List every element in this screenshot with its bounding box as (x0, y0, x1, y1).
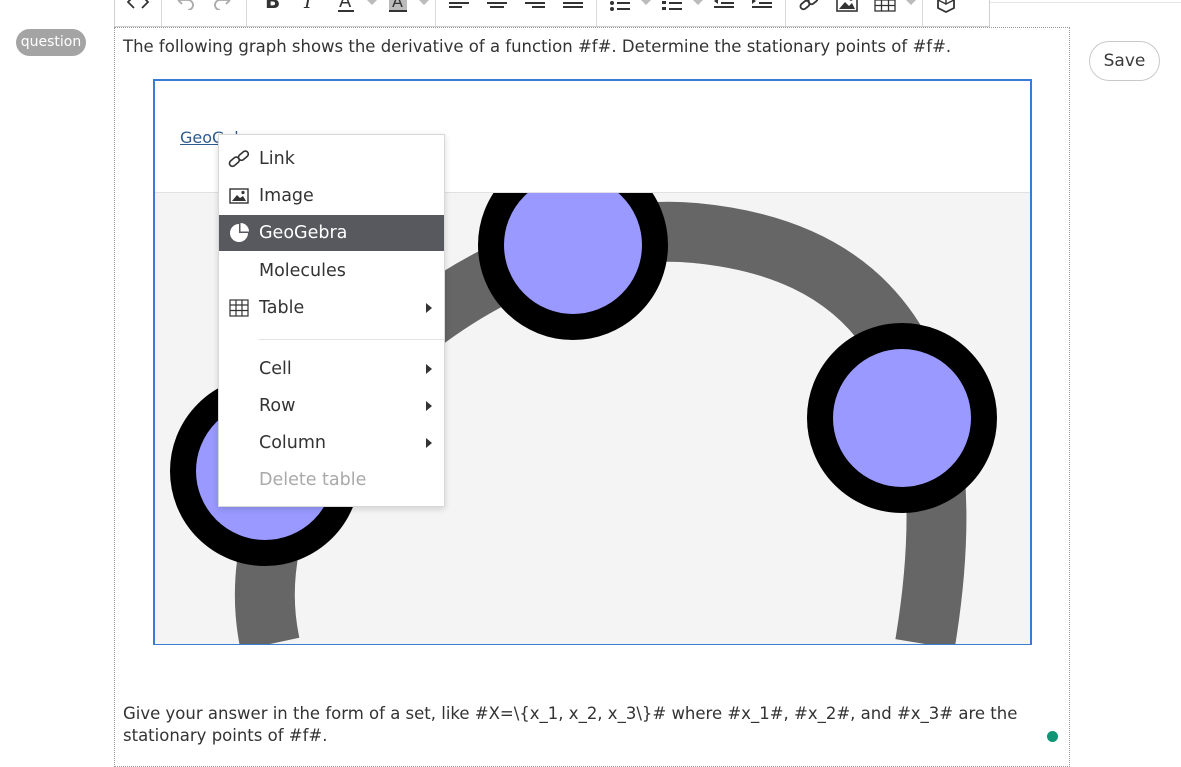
toolbar-group-insert (786, 0, 923, 26)
menu-item-label: Image (259, 186, 314, 206)
table-icon[interactable] (866, 0, 904, 26)
answer-instructions: Give your answer in the form of a set, l… (123, 704, 1018, 745)
chevron-down-icon[interactable] (639, 0, 653, 26)
graph-point[interactable] (807, 323, 997, 513)
chevron-down-icon[interactable] (417, 0, 431, 26)
link-icon[interactable] (790, 0, 828, 26)
background-color-split: A (379, 0, 431, 26)
menu-item-molecules[interactable]: Molecules (219, 253, 444, 289)
image-icon (219, 188, 259, 204)
menu-item-cell[interactable]: Cell (219, 351, 444, 387)
menu-item-column[interactable]: Column (219, 425, 444, 461)
menu-item-table[interactable]: Table (219, 290, 444, 326)
menu-item-label: Link (259, 149, 295, 169)
undo-icon[interactable] (166, 0, 204, 26)
chevron-down-icon[interactable] (691, 0, 705, 26)
toolbar-group-plugins (923, 0, 969, 26)
question-text: The following graph shows the derivative… (123, 37, 952, 56)
image-icon[interactable] (828, 0, 866, 26)
italic-icon[interactable]: I (289, 0, 327, 26)
svg-text:A: A (392, 0, 403, 11)
source-code-icon[interactable] (119, 0, 157, 26)
font-color-icon[interactable]: A (327, 0, 365, 26)
table-split (866, 0, 918, 26)
menu-divider (259, 339, 444, 340)
table-icon (219, 299, 259, 317)
chevron-right-icon (414, 364, 444, 374)
context-menu: Link Image GeoGebra Molecules Table Cell (218, 134, 445, 507)
toolbar-group-align (436, 0, 597, 26)
svg-text:I: I (303, 0, 313, 12)
menu-item-label: Delete table (259, 470, 367, 490)
chevron-right-icon (414, 438, 444, 448)
pie-chart-icon (219, 223, 259, 243)
bullet-list-icon[interactable] (601, 0, 639, 26)
menu-item-label: Cell (259, 359, 292, 379)
question-badge: question (16, 29, 86, 56)
background-color-icon[interactable]: A (379, 0, 417, 26)
menu-item-label: Column (259, 433, 327, 453)
chevron-down-icon[interactable] (904, 0, 918, 26)
chevron-down-icon[interactable] (365, 0, 379, 26)
align-justify-icon[interactable] (554, 0, 592, 26)
indent-icon[interactable] (743, 0, 781, 26)
align-right-icon[interactable] (516, 0, 554, 26)
top-divider (990, 2, 1181, 3)
menu-item-delete-table: Delete table (219, 462, 444, 498)
graph-point[interactable] (478, 193, 668, 340)
menu-item-label: Molecules (259, 261, 346, 281)
link-icon (219, 149, 259, 169)
redo-icon[interactable] (204, 0, 242, 26)
bold-icon[interactable]: B (251, 0, 289, 26)
menu-item-label: GeoGebra (259, 223, 348, 243)
status-indicator (1047, 731, 1058, 742)
svg-text:B: B (265, 0, 280, 12)
chevron-right-icon (414, 303, 444, 313)
numbered-list-split (653, 0, 705, 26)
menu-item-row[interactable]: Row (219, 388, 444, 424)
align-center-icon[interactable] (478, 0, 516, 26)
chevron-right-icon (414, 401, 444, 411)
toolbar-group-history (162, 0, 247, 26)
numbered-list-icon[interactable] (653, 0, 691, 26)
outdent-icon[interactable] (705, 0, 743, 26)
menu-item-link[interactable]: Link (219, 141, 444, 177)
menu-item-geogebra[interactable]: GeoGebra (219, 215, 444, 251)
menu-item-label: Table (259, 298, 305, 318)
toolbar-group-lists (597, 0, 786, 26)
editor-toolbar: B I A A (114, 0, 990, 27)
menu-item-label: Row (259, 396, 296, 416)
align-left-icon[interactable] (440, 0, 478, 26)
toolbar-group-source (115, 0, 162, 26)
bullet-list-split (601, 0, 653, 26)
toolbar-group-format: B I A A (247, 0, 436, 26)
menu-item-image[interactable]: Image (219, 178, 444, 214)
font-color-split: A (327, 0, 379, 26)
geogebra-icon[interactable] (927, 0, 965, 26)
save-button[interactable]: Save (1089, 41, 1160, 81)
